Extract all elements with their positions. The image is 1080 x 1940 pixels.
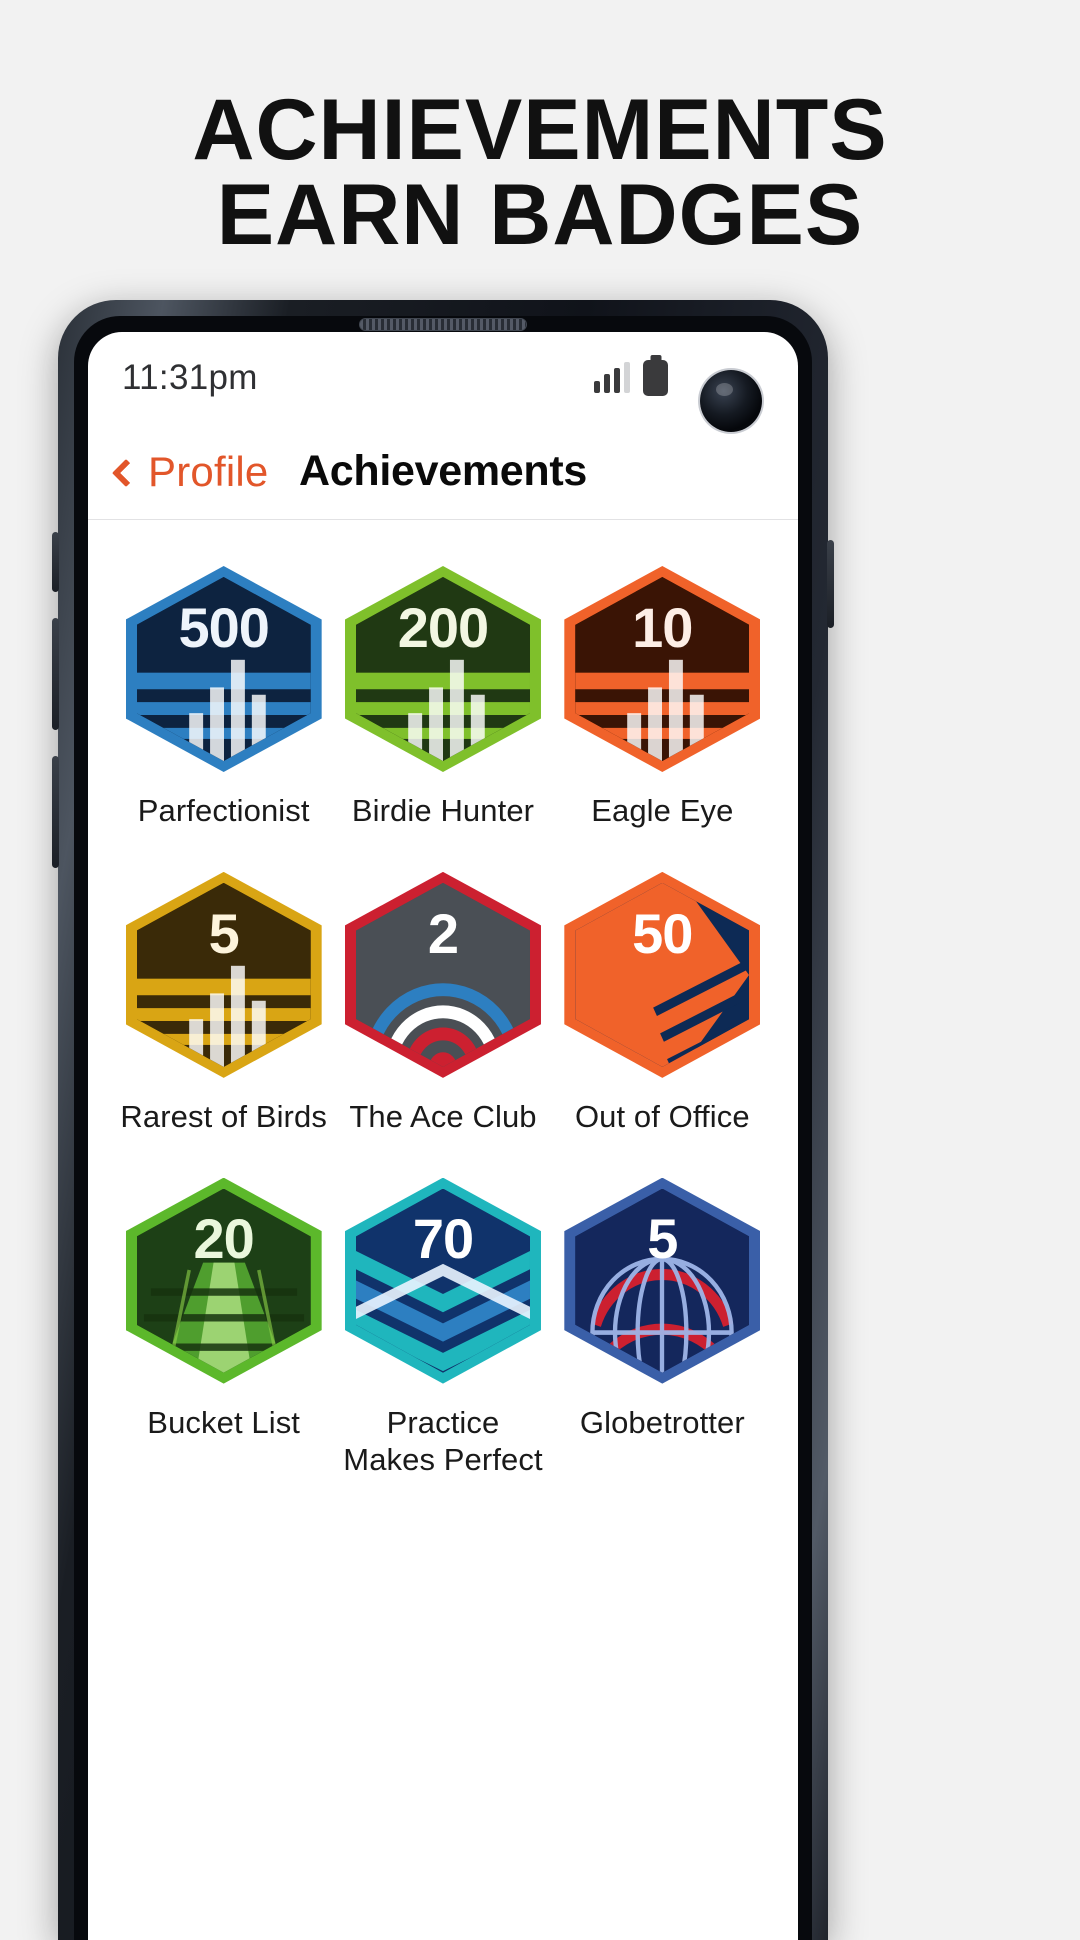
achievement-badge-item[interactable]: 200 Birdie Hunter [333, 566, 552, 872]
power-button[interactable] [827, 540, 834, 628]
badge-label: Parfectionist [137, 793, 310, 828]
badge-number: 2 [427, 901, 459, 965]
achievement-badge-item[interactable]: 5 Rarest of Birds [114, 871, 333, 1178]
navigation-bar: Profile Achievements [88, 424, 798, 520]
chevron-left-icon [111, 458, 141, 487]
back-button-label: Profile [148, 447, 269, 495]
badge-number: 70 [412, 1207, 474, 1271]
badge-hexagon: 50 [564, 871, 761, 1078]
status-bar-clock: 11:31pm [122, 358, 258, 397]
achievement-badge-item[interactable]: 50 Out of Office [553, 871, 772, 1178]
badge-label: The Ace Club [349, 1098, 537, 1134]
achievement-badge-item[interactable]: 70 Practice Makes Perfect [333, 1177, 552, 1522]
achievement-badge-item[interactable]: 10 Eagle Eye [553, 566, 772, 872]
badge-label: Practice Makes Perfect [343, 1404, 543, 1478]
achievement-badge-item[interactable]: 500 Parfectionist [114, 566, 333, 872]
headline-line-1: ACHIEVEMENTS [192, 82, 888, 178]
badge-hexagon: 500 [125, 566, 322, 772]
badge-label: Rarest of Birds [120, 1098, 327, 1134]
badge-hexagon: 5 [564, 1177, 761, 1384]
earpiece-speaker-icon [359, 318, 527, 331]
badge-hexagon: 200 [344, 566, 541, 772]
badge-number: 200 [397, 595, 489, 659]
status-bar: 11:31pm [88, 332, 798, 424]
badge-number: 20 [193, 1207, 255, 1271]
achievement-badge-item[interactable]: 2 The Ace Club [333, 871, 552, 1178]
badge-label: Eagle Eye [591, 793, 734, 828]
phone-side-button[interactable] [52, 532, 59, 592]
phone-mockup: 11:31pm Profile Achievements 500 Parfect… [52, 300, 834, 1940]
phone-bezel: 11:31pm Profile Achievements 500 Parfect… [74, 316, 812, 1940]
badge-hexagon: 70 [344, 1177, 541, 1384]
achievement-badge-item[interactable]: 5 Globetrotter [553, 1177, 772, 1522]
achievement-badge-item[interactable]: 20 Bucket List [114, 1177, 333, 1522]
badge-hexagon: 10 [564, 566, 761, 772]
back-button[interactable]: Profile [111, 447, 269, 496]
battery-full-icon [643, 360, 668, 396]
badge-number: 5 [647, 1207, 678, 1271]
volume-down-button[interactable] [52, 756, 59, 868]
badge-hexagon: 5 [125, 871, 322, 1078]
badge-hexagon: 20 [125, 1177, 322, 1384]
phone-screen: 11:31pm Profile Achievements 500 Parfect… [88, 332, 798, 1940]
achievements-grid: 500 Parfectionist 200 Birdie Hunter 10 E… [88, 520, 798, 1521]
volume-up-button[interactable] [52, 618, 59, 730]
badge-number: 5 [208, 901, 240, 965]
headline-line-2: EARN BADGES [216, 167, 864, 264]
badge-label: Bucket List [147, 1404, 301, 1440]
front-camera-punch-hole-icon [700, 370, 762, 432]
badge-label: Birdie Hunter [351, 793, 535, 828]
badge-label: Out of Office [574, 1098, 750, 1134]
badge-label: Globetrotter [579, 1404, 745, 1440]
cellular-signal-bars-icon [594, 362, 630, 393]
badge-number: 10 [632, 595, 693, 659]
badge-number: 500 [178, 595, 269, 659]
badge-hexagon: 2 [344, 871, 541, 1078]
badge-number: 50 [632, 901, 693, 965]
promo-headline: ACHIEVEMENTS EARN BADGES [0, 82, 1080, 264]
